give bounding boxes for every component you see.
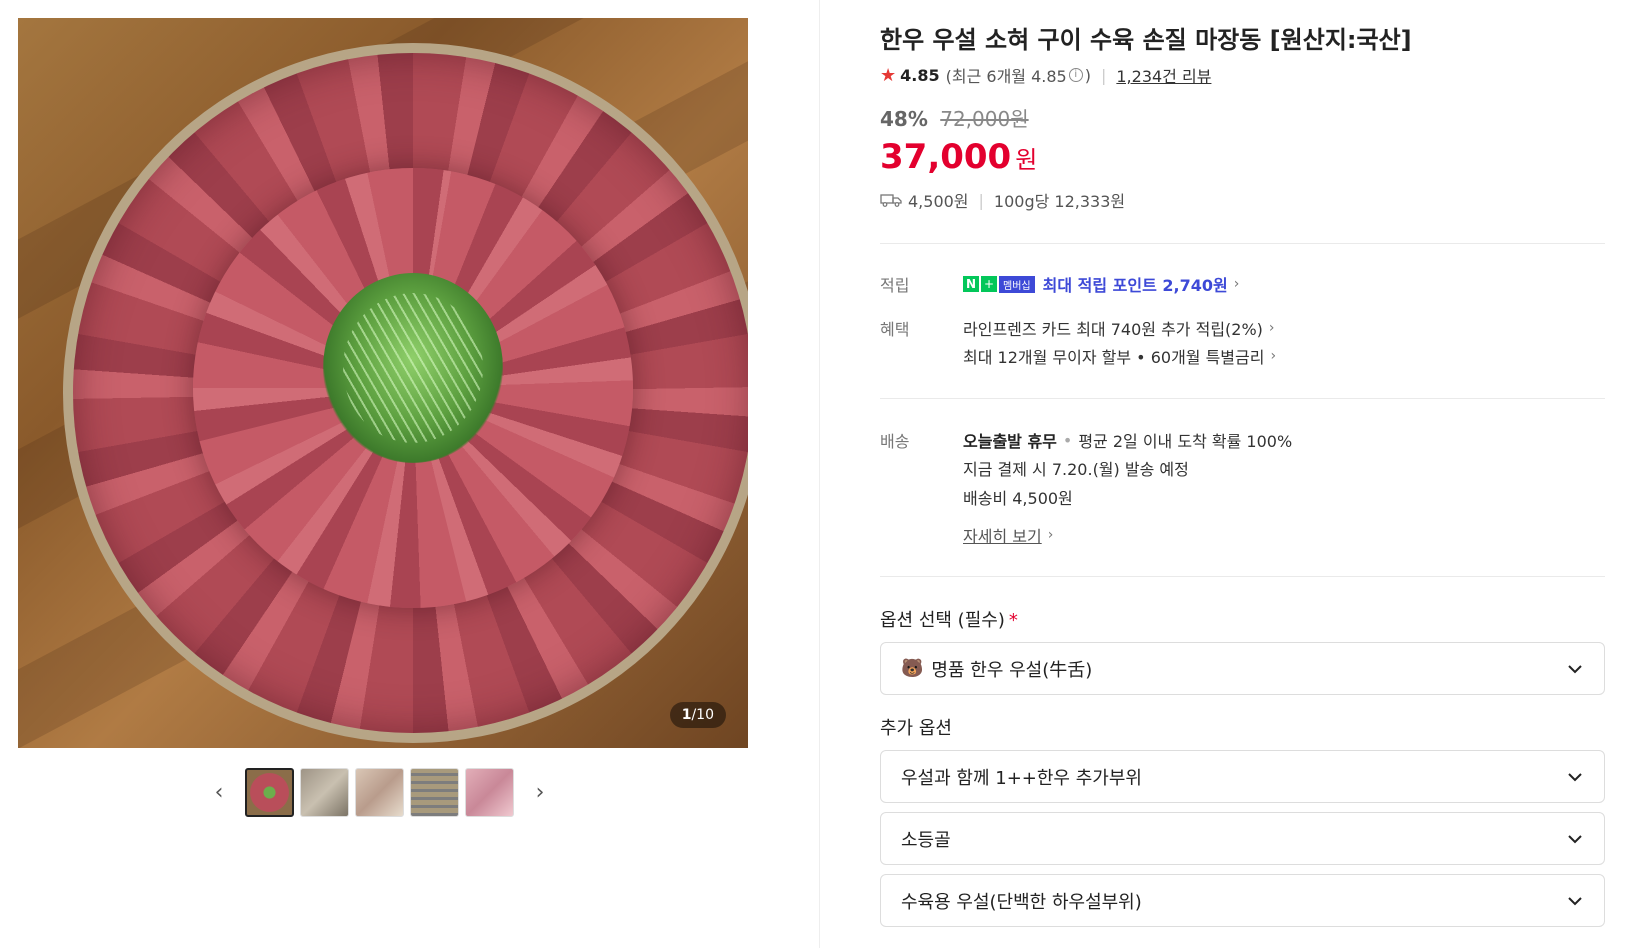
review-count-link[interactable]: 1,234건 리뷰 [1116,63,1211,87]
product-title: 한우 우설 소혀 구이 수육 손질 마장동 [원산지:국산] [880,26,1412,54]
divider: | [978,190,984,210]
benefit-card-text: 라인프렌즈 카드 최대 740원 추가 적립(2%) [963,320,1263,339]
original-price: 72,000원 [940,107,1029,131]
shipping-fee: 4,500원 [908,192,969,211]
chevron-down-icon [1568,896,1582,905]
image-counter: 1/10 [669,702,726,728]
star-icon: ★ [880,64,897,86]
delivery-status: 오늘출발 휴무 [963,432,1057,451]
divider: | [1100,65,1107,85]
sale-price: 37,000 [880,137,1012,177]
unit-price: 100g당 12,333원 [993,192,1126,211]
chevron-right-icon: › [1268,320,1275,336]
thumbnail-3[interactable] [355,768,404,817]
points-label: 적립 [880,276,910,295]
thumbnail-strip: ‹ › [207,768,552,817]
rating-recent-close: ) [1084,65,1091,85]
green-onion-garnish [323,273,503,463]
required-option-label: 옵션 선택 (필수) [880,610,1005,631]
chevron-right-icon: › [535,780,545,805]
required-option-value: 명품 한우 우설(牛舌) [931,659,1093,681]
dot-separator: • [1062,430,1073,450]
main-product-image[interactable]: 1/10 [18,18,748,748]
chevron-left-icon: ‹ [214,780,224,805]
delivery-arrival: 평균 2일 이내 도착 확률 100% [1078,432,1293,451]
chevron-right-icon: › [1233,276,1240,292]
npay-n-badge: N [963,276,979,292]
delivery-label: 배송 [880,432,910,451]
sale-price-row: 37,000 원 [880,137,1037,177]
delivery-fee: 배송비 4,500원 [963,489,1073,508]
thumbnail-1[interactable] [245,768,294,817]
required-mark: * [1008,610,1018,631]
thumbnail-4[interactable] [410,768,459,817]
section-divider [880,243,1605,244]
chevron-right-icon: › [1270,348,1277,364]
extra-option-value-3: 수육용 우설(단백한 하우설부위) [901,891,1142,913]
delivery-detail-row[interactable]: 자세히 보기 › [963,523,1053,547]
info-icon[interactable]: i [1068,68,1083,82]
chevron-down-icon [1568,772,1582,781]
discount-rate: 48% [880,107,928,131]
extra-option-select-3[interactable]: 수육용 우설(단백한 하우설부위) [880,874,1605,927]
delivery-dispatch: 지금 결제 시 7.20.(월) 발송 예정 [963,460,1189,479]
membership-badge: 멤버십 [999,275,1035,293]
naver-pay-badge: N + 멤버십 [963,275,1035,293]
bear-icon: 🐻 [901,658,924,679]
discount-row: 48% 72,000원 [880,103,1029,132]
chevron-right-icon: › [1047,527,1054,543]
chevron-down-icon [1568,664,1582,673]
rating-score: 4.85 [900,65,940,85]
extra-option-select-1[interactable]: 우설과 함께 1++한우 추가부위 [880,750,1605,803]
section-divider [880,398,1605,399]
thumbnail-5[interactable] [465,768,514,817]
points-link[interactable]: 최대 적립 포인트 2,740원 [1043,272,1228,296]
extra-option-value-2: 소등골 [901,829,951,851]
prev-image-button[interactable]: ‹ [207,769,231,817]
thumbnail-2[interactable] [300,768,349,817]
chevron-down-icon [1568,834,1582,843]
benefit-installment-row[interactable]: 최대 12개월 무이자 할부 • 60개월 특별금리 › [963,344,1276,368]
extra-option-value-1: 우설과 함께 1++한우 추가부위 [901,767,1142,789]
section-divider [880,576,1605,577]
benefit-label: 혜택 [880,320,910,339]
npay-plus-badge: + [981,276,997,292]
points-row[interactable]: N + 멤버십 최대 적립 포인트 2,740원 › [963,272,1239,296]
extra-option-title: 추가 옵션 [880,718,952,739]
required-option-select[interactable]: 🐻 명품 한우 우설(牛舌) [880,642,1605,695]
next-image-button[interactable]: › [528,769,552,817]
shipping-summary: 4,500원 | 100g당 12,333원 [880,188,1125,212]
benefit-installment-text: 최대 12개월 무이자 할부 • 60개월 특별금리 [963,348,1265,367]
image-counter-total: /10 [691,707,714,723]
extra-option-select-2[interactable]: 소등골 [880,812,1605,865]
required-option-title: 옵션 선택 (필수) * [880,606,1018,632]
product-gallery: 1/10 ‹ › [0,0,820,948]
rating-recent: (최근 6개월 4.85 [945,67,1067,86]
sale-price-unit: 원 [1015,146,1038,174]
image-counter-current: 1 [681,707,692,723]
delivery-status-row: 오늘출발 휴무 • 평균 2일 이내 도착 확률 100% [963,428,1292,452]
delivery-detail-link[interactable]: 자세히 보기 [963,523,1042,547]
truck-icon [880,194,902,207]
rating-row: ★ 4.85 (최근 6개월 4.85 i ) | 1,234건 리뷰 [880,63,1211,87]
benefit-card-row[interactable]: 라인프렌즈 카드 최대 740원 추가 적립(2%) › [963,316,1275,340]
